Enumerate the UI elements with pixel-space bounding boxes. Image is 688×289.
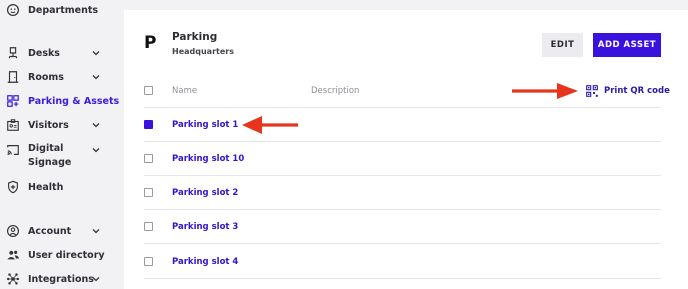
sidebar: Departments Desks Rooms Parking & Assets… — [0, 0, 120, 289]
sidebar-item-parking-assets[interactable]: Parking & Assets — [0, 91, 120, 111]
sidebar-item-desks[interactable]: Desks — [0, 43, 118, 63]
divider — [144, 278, 661, 279]
sidebar-item-visitors[interactable]: Visitors — [0, 115, 118, 135]
row-checkbox[interactable] — [144, 154, 153, 163]
users-icon — [5, 247, 21, 263]
divider — [144, 243, 661, 244]
sidebar-item-label: Desks — [28, 47, 60, 59]
chevron-down-icon — [92, 148, 100, 153]
sidebar-item-account[interactable]: Account — [0, 221, 118, 241]
desk-chair-icon — [5, 45, 21, 61]
table-row-name[interactable]: Parking slot 1 — [172, 120, 238, 130]
cast-icon — [5, 142, 21, 158]
chevron-down-icon — [92, 75, 100, 80]
sidebar-item-integrations[interactable]: Integrations — [0, 269, 118, 289]
annotation-arrow-right-icon — [512, 83, 578, 99]
column-header-description[interactable]: Description — [311, 86, 359, 96]
qr-code-icon — [586, 85, 598, 97]
chevron-down-icon — [92, 229, 100, 234]
divider — [144, 107, 661, 108]
divider — [144, 209, 661, 210]
door-icon — [5, 69, 21, 85]
category-avatar-letter: P — [144, 33, 157, 53]
add-asset-button[interactable]: ADD ASSET — [593, 33, 661, 57]
column-header-name[interactable]: Name — [172, 86, 197, 96]
smiley-icon — [5, 2, 21, 18]
chevron-down-icon — [92, 123, 100, 128]
sidebar-item-label: Parking & Assets — [28, 95, 120, 107]
table-row-name[interactable]: Parking slot 3 — [172, 222, 238, 232]
annotation-arrow-left-icon — [242, 116, 298, 134]
divider — [144, 141, 661, 142]
page-title: Parking — [172, 31, 218, 43]
select-all-checkbox[interactable] — [144, 86, 153, 95]
sidebar-item-departments[interactable]: Departments — [0, 0, 118, 20]
visitor-badge-icon — [5, 117, 21, 133]
account-circle-icon — [5, 223, 21, 239]
sidebar-item-label: Integrations — [28, 273, 94, 285]
sidebar-item-label: Visitors — [28, 119, 69, 131]
sidebar-item-label: Departments — [28, 4, 99, 16]
sidebar-item-rooms[interactable]: Rooms — [0, 67, 118, 87]
assets-grid-icon — [5, 93, 21, 109]
page-subtitle: Headquarters — [172, 47, 234, 56]
row-checkbox[interactable] — [144, 120, 153, 129]
divider — [144, 175, 661, 176]
print-qr-code-button[interactable]: Print QR code — [586, 84, 670, 98]
shield-icon — [5, 179, 21, 195]
integrations-icon — [5, 271, 21, 287]
sidebar-item-digital-signage[interactable]: Digital Signage — [0, 141, 118, 171]
edit-button[interactable]: EDIT — [542, 33, 583, 57]
chevron-down-icon — [92, 277, 100, 282]
sidebar-item-user-directory[interactable]: User directory — [0, 245, 118, 265]
sidebar-item-health[interactable]: Health — [0, 177, 118, 197]
table-row-name[interactable]: Parking slot 4 — [172, 257, 238, 267]
sidebar-item-label: User directory — [28, 249, 105, 261]
row-checkbox[interactable] — [144, 222, 153, 231]
chevron-down-icon — [92, 51, 100, 56]
sidebar-item-label: Rooms — [28, 71, 64, 83]
row-checkbox[interactable] — [144, 257, 153, 266]
sidebar-item-label: Account — [28, 225, 72, 237]
table-row-name[interactable]: Parking slot 2 — [172, 188, 238, 198]
sidebar-item-label: Health — [28, 181, 64, 193]
print-qr-code-label: Print QR code — [604, 86, 670, 96]
table-row-name[interactable]: Parking slot 10 — [172, 154, 244, 164]
sidebar-item-label: Digital Signage — [28, 143, 72, 168]
row-checkbox[interactable] — [144, 188, 153, 197]
